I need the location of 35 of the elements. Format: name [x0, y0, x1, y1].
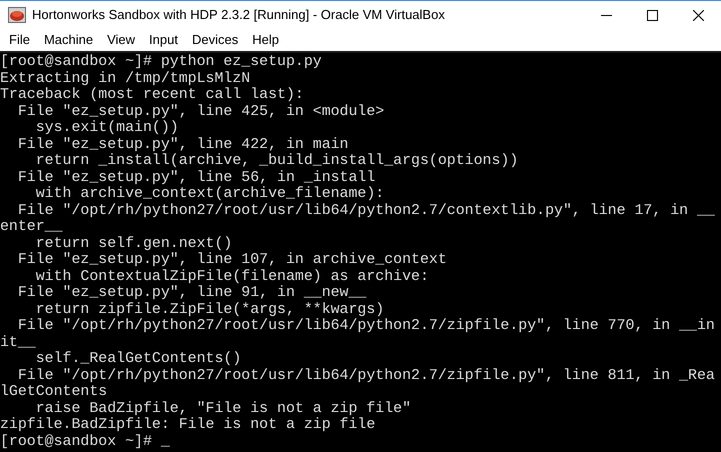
terminal-line: return _install(archive, _build_install_args(options)): [34, 153, 518, 170]
terminal-line: raise BadZipfile, "File is not a zip file": [34, 400, 412, 417]
terminal-line: File "ez_setup.py", line 425, in <module>: [16, 104, 384, 120]
terminal-line: with archive_context(archive_filename):: [34, 186, 384, 202]
app-icon: [8, 7, 26, 23]
close-icon: [692, 10, 704, 20]
shell-prompt: [root@sandbox ~]#: [0, 434, 152, 450]
terminal-line: zipfile.BadZipfile: File is not a zip file: [0, 417, 376, 434]
terminal-line: File "/opt/rh/python27/root/usr/lib64/python2.7/zipfile.py", line 770, in __in: [16, 318, 715, 334]
terminal-line: File "/opt/rh/python27/root/usr/lib64/python2.7/zipfile.py", line 811, in _Rea: [16, 368, 715, 384]
terminal-line: self._RealGetContents(): [34, 351, 242, 368]
terminal-line: it__: [0, 334, 36, 351]
menu-item[interactable]: Devices: [184, 30, 246, 50]
terminal-line: [root@sandbox ~]# python ez_setup.py: [0, 54, 322, 70]
terminal-line: File "ez_setup.py", line 422, in main: [16, 136, 348, 153]
terminal-line: Traceback (most recent call last):: [0, 87, 304, 104]
maximize-icon: [646, 10, 658, 20]
terminal-line: return self.gen.next(): [34, 236, 232, 252]
terminal-line: Extracting in /tmp/tmpLsMlzN: [0, 70, 250, 87]
menu-item[interactable]: File: [2, 30, 37, 50]
window-title: Hortonworks Sandbox with HDP 2.3.2 [Running] - Oracle VM VirtualBox: [32, 6, 445, 24]
terminal-line: with ContextualZipFile(filename) as archive:: [34, 268, 429, 285]
menu-item[interactable]: Input: [142, 30, 185, 50]
terminal-line: File "ez_setup.py", line 107, in archive_context: [16, 252, 447, 268]
terminal-line: File "ez_setup.py", line 56, in _install: [16, 170, 376, 186]
menu-item[interactable]: Help: [245, 30, 286, 50]
terminal-line: File "/opt/rh/python27/root/usr/lib64/python2.7/contextlib.py", line 17, in __: [16, 202, 715, 219]
text-cursor: _: [160, 434, 170, 450]
menu-item[interactable]: View: [100, 30, 142, 50]
terminal-line: sys.exit(main()): [34, 120, 179, 136]
terminal-line: File "ez_setup.py", line 91, in __new__: [16, 285, 366, 302]
terminal-line: return zipfile.ZipFile(*args, **kwargs): [34, 302, 384, 318]
menu-item[interactable]: Machine: [36, 30, 100, 50]
terminal-line: enter__: [0, 219, 63, 236]
terminal-line: lGetContents: [0, 384, 108, 400]
